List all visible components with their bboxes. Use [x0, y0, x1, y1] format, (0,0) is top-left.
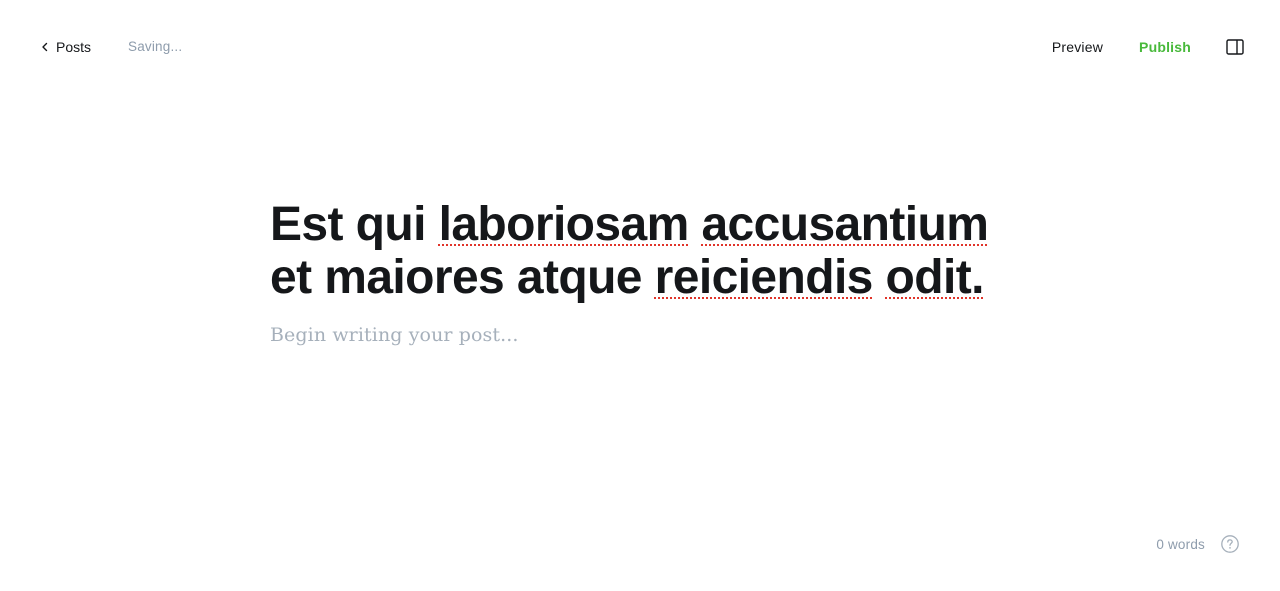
- chevron-left-icon: [40, 42, 50, 52]
- title-word-misspelled: laboriosam: [438, 198, 690, 251]
- save-status: Saving...: [128, 39, 183, 54]
- title-word-misspelled: odit.: [885, 251, 985, 304]
- post-editor: Est qui laboriosam accusantium et maiores…: [270, 198, 1010, 346]
- editor-header: Posts Saving... Preview Publish: [0, 0, 1280, 94]
- back-to-posts-link[interactable]: Posts: [40, 36, 91, 58]
- back-link-label: Posts: [56, 39, 92, 55]
- preview-button[interactable]: Preview: [1052, 39, 1103, 55]
- title-word: et: [270, 251, 312, 304]
- help-circle-icon: [1221, 535, 1239, 553]
- publish-button[interactable]: Publish: [1139, 39, 1191, 55]
- sidebar-toggle-icon: [1226, 39, 1244, 55]
- title-word: maiores: [324, 251, 505, 304]
- post-body-input[interactable]: Begin writing your post...: [270, 324, 1010, 346]
- help-button[interactable]: [1220, 534, 1240, 554]
- post-title-input[interactable]: Est qui laboriosam accusantium et maiores…: [270, 198, 1010, 304]
- editor-footer: 0 words: [1156, 532, 1240, 556]
- title-word-misspelled: reiciendis: [654, 251, 874, 304]
- header-actions: Preview Publish: [1052, 34, 1244, 60]
- title-word-misspelled: accusantium: [701, 198, 989, 251]
- title-word: atque: [516, 251, 643, 304]
- sidebar-toggle-button[interactable]: [1226, 38, 1244, 56]
- title-word: qui: [355, 198, 427, 251]
- word-count: 0 words: [1156, 536, 1205, 552]
- title-word: Est: [270, 198, 344, 251]
